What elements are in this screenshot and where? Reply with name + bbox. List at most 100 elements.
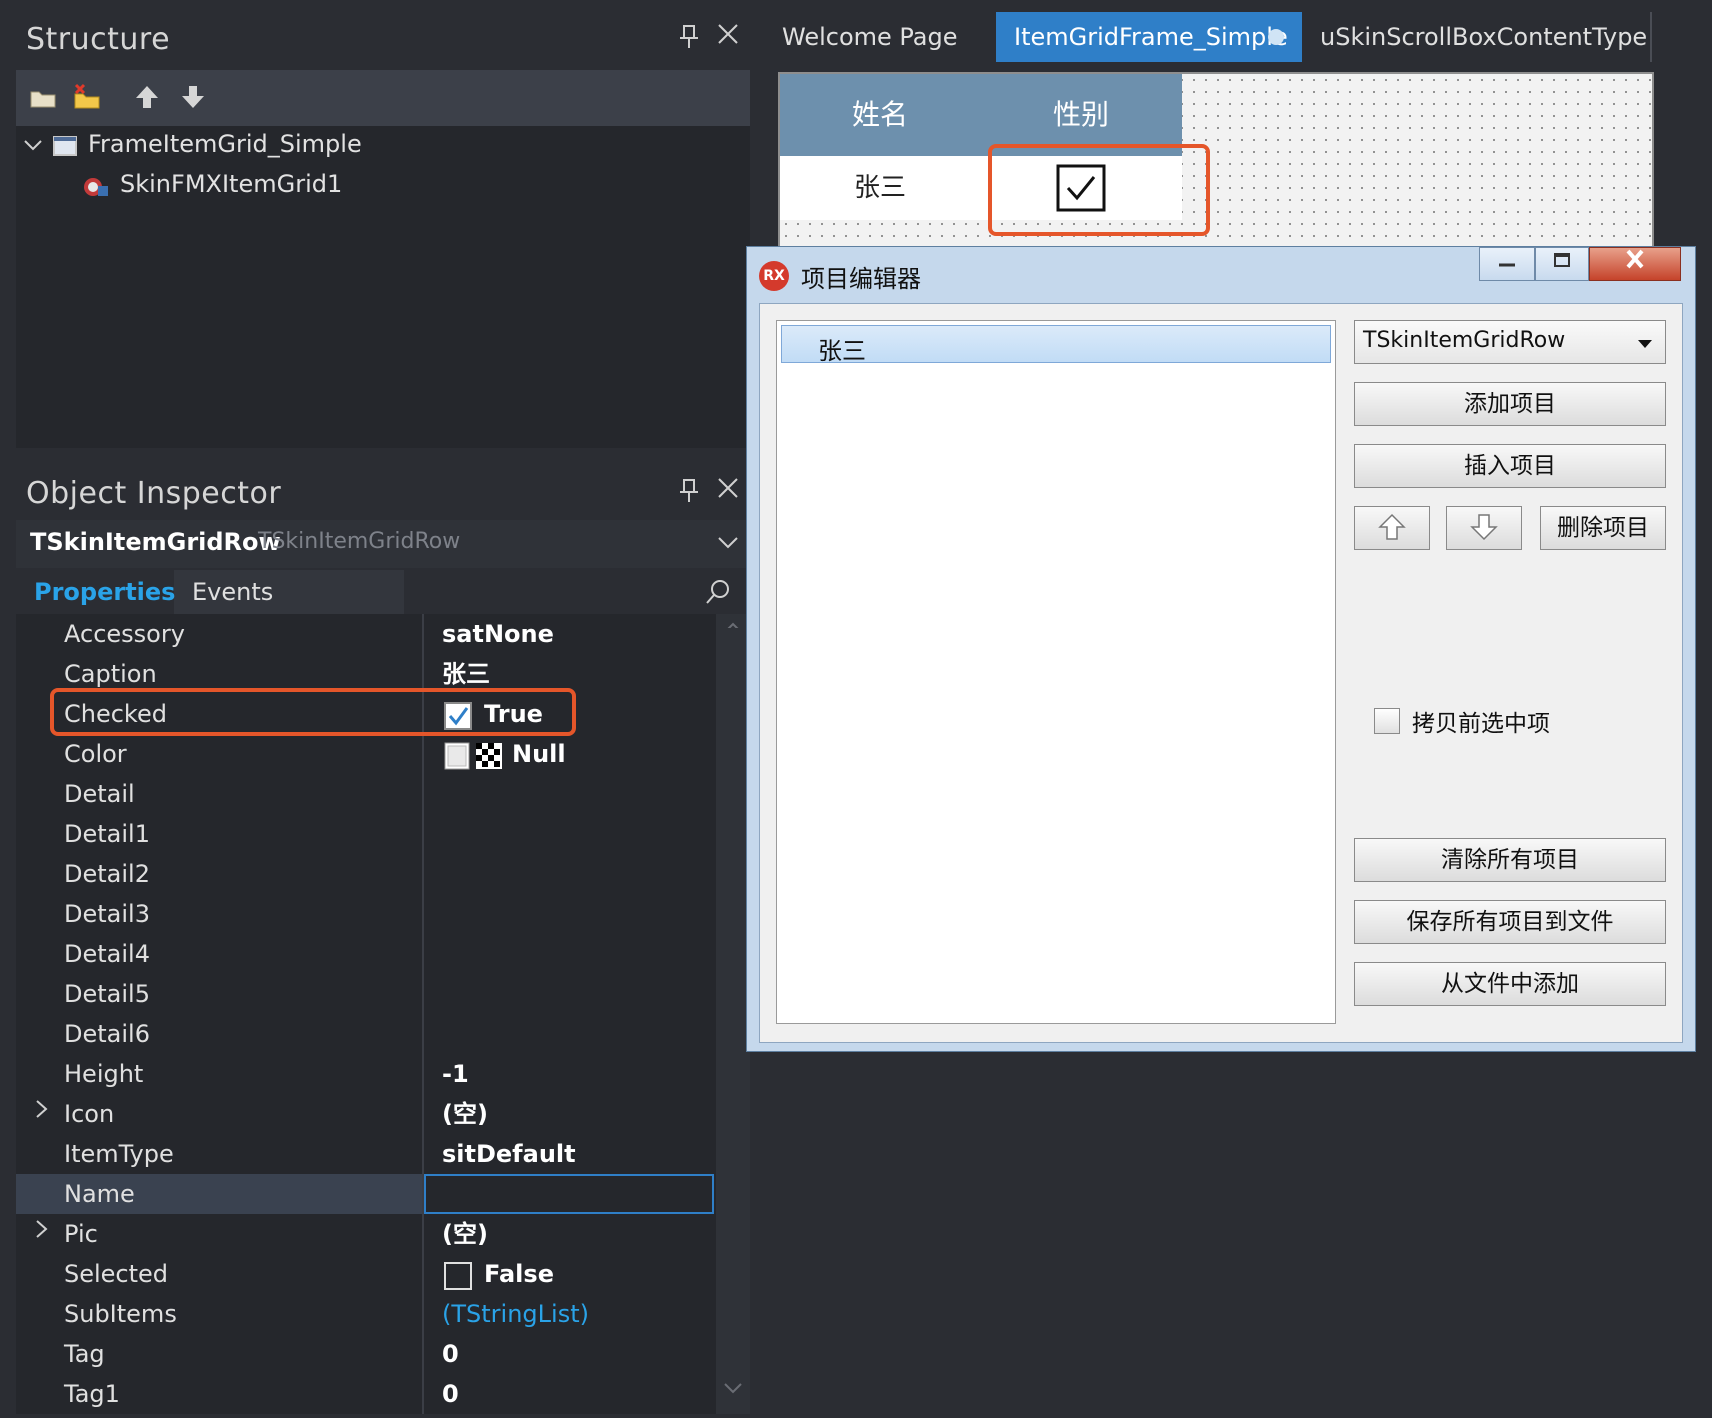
property-row[interactable]: Detail	[16, 774, 716, 814]
property-value[interactable]: -1	[442, 1054, 469, 1094]
save-to-file-button[interactable]: 保存所有项目到文件	[1354, 900, 1666, 944]
tree-node-child[interactable]: SkinFMXItemGrid1	[120, 170, 342, 198]
property-row[interactable]: Height -1	[16, 1054, 716, 1094]
selected-object-type: TSkinItemGridRow	[258, 529, 461, 554]
property-row[interactable]: Selected False	[16, 1254, 716, 1294]
property-name: Detail	[64, 780, 135, 808]
component-icon	[80, 174, 110, 204]
property-value[interactable]: (空)	[442, 1214, 488, 1254]
clear-all-button[interactable]: 清除所有项目	[1354, 838, 1666, 882]
items-list[interactable]: 张三	[776, 320, 1336, 1024]
tab-properties[interactable]: Properties	[16, 570, 175, 614]
close-icon[interactable]	[716, 476, 740, 506]
property-row-selected[interactable]: Name	[16, 1174, 422, 1214]
selected-object-name: TSkinItemGridRow	[30, 528, 281, 556]
property-name: Color	[64, 740, 127, 768]
item-type-select-value: TSkinItemGridRow	[1363, 328, 1566, 353]
property-name: Detail4	[64, 940, 150, 968]
list-item[interactable]: 张三	[781, 325, 1331, 365]
property-name: Detail3	[64, 900, 150, 928]
delete-item-button[interactable]: 删除项目	[1540, 506, 1666, 550]
chevron-down-icon[interactable]	[22, 134, 44, 160]
property-row[interactable]: Color Null	[16, 734, 716, 774]
property-row[interactable]: Accessory satNone	[16, 614, 716, 654]
add-from-file-button[interactable]: 从文件中添加	[1354, 962, 1666, 1006]
copy-selected-label: 拷贝前选中项	[1412, 711, 1550, 737]
object-selector[interactable]: TSkinItemGridRow TSkinItemGridRow	[16, 520, 750, 568]
move-up-button[interactable]	[1354, 506, 1430, 550]
property-value-link[interactable]: (TStringList)	[442, 1294, 589, 1334]
property-value[interactable]: Null	[512, 734, 566, 774]
property-value[interactable]: satNone	[442, 614, 554, 654]
chevron-right-icon[interactable]	[32, 1214, 50, 1254]
insert-item-button[interactable]: 插入项目	[1354, 444, 1666, 488]
minimize-icon[interactable]	[1479, 247, 1535, 281]
property-row[interactable]: Detail1	[16, 814, 716, 854]
property-row[interactable]: Detail4	[16, 934, 716, 974]
grid-cell-name: 张三	[853, 173, 906, 203]
grid-header-name[interactable]: 姓名	[780, 74, 980, 156]
tab-itemgridframe-simple[interactable]: ItemGridFrame_Simple	[996, 12, 1302, 62]
property-row[interactable]: Detail6	[16, 1014, 716, 1054]
tab-uskinscrollboxcontenttype[interactable]: uSkinScrollBoxContentType	[1302, 12, 1652, 62]
pin-icon[interactable]	[678, 24, 700, 56]
property-name: ItemType	[64, 1140, 174, 1168]
dropdown-arrow-icon[interactable]	[1637, 335, 1653, 354]
arrow-down-icon[interactable]	[178, 82, 208, 112]
dialog-body: 张三 TSkinItemGridRow 添加项目 插入项目 删除项目 拷贝前选中…	[759, 303, 1683, 1043]
property-name: Accessory	[64, 620, 185, 648]
property-name: Detail1	[64, 820, 150, 848]
move-down-button[interactable]	[1446, 506, 1522, 550]
pin-icon[interactable]	[678, 478, 700, 510]
property-row[interactable]: Detail5	[16, 974, 716, 1014]
property-row[interactable]: ItemType sitDefault	[16, 1134, 716, 1174]
delete-folder-icon[interactable]	[72, 82, 102, 112]
property-value[interactable]: 0	[442, 1334, 459, 1374]
arrow-up-icon	[1378, 513, 1406, 540]
property-name: Detail2	[64, 860, 150, 888]
search-icon[interactable]	[704, 578, 732, 610]
property-row[interactable]: Detail3	[16, 894, 716, 934]
close-icon[interactable]	[716, 22, 740, 52]
structure-tree: FrameItemGrid_Simple SkinFMXItemGrid1	[16, 126, 750, 448]
copy-selected-checkbox[interactable]	[1374, 708, 1400, 734]
property-name: Detail6	[64, 1020, 150, 1048]
tab-welcome-page[interactable]: Welcome Page	[764, 12, 996, 62]
arrow-up-icon[interactable]	[132, 82, 162, 112]
chevron-down-icon[interactable]	[718, 1380, 748, 1394]
property-value[interactable]: 0	[442, 1374, 459, 1414]
scrollbar-thumb[interactable]	[718, 628, 746, 1268]
tree-node-root[interactable]: FrameItemGrid_Simple	[88, 130, 362, 158]
form-designer[interactable]: 姓名 性别 张三	[778, 72, 1654, 248]
property-name: Detail5	[64, 980, 150, 1008]
property-value[interactable]: False	[484, 1254, 554, 1294]
property-row[interactable]: Pic (空)	[16, 1214, 716, 1254]
chevron-right-icon[interactable]	[32, 1094, 50, 1134]
tab-events[interactable]: Events	[174, 570, 291, 614]
structure-toolbar	[16, 70, 750, 126]
rx-logo-icon: RX	[759, 261, 789, 291]
property-search-input[interactable]	[404, 570, 750, 614]
property-row[interactable]: Detail2	[16, 854, 716, 894]
maximize-icon[interactable]	[1535, 247, 1589, 281]
property-row[interactable]: SubItems (TStringList)	[16, 1294, 716, 1334]
unchecked-checkbox-icon[interactable]	[444, 1262, 472, 1294]
item-type-select[interactable]: TSkinItemGridRow	[1354, 320, 1666, 364]
property-row[interactable]: Icon (空)	[16, 1094, 716, 1134]
property-scrollbar[interactable]	[716, 614, 750, 1414]
property-value[interactable]: sitDefault	[442, 1134, 576, 1174]
property-name: Icon	[64, 1100, 115, 1128]
chevron-down-icon[interactable]	[716, 530, 740, 558]
grid-checkbox-highlight-box	[988, 144, 1210, 236]
property-row[interactable]: Tag1 0	[16, 1374, 716, 1414]
inspector-tabs: Properties Events	[16, 570, 750, 614]
property-value[interactable]: (空)	[442, 1094, 488, 1134]
structure-title: Structure	[26, 22, 171, 57]
add-item-button[interactable]: 添加项目	[1354, 382, 1666, 426]
name-value-input[interactable]	[424, 1174, 714, 1214]
open-folder-icon[interactable]	[28, 82, 58, 112]
object-inspector-title: Object Inspector	[26, 476, 282, 511]
property-row[interactable]: Tag 0	[16, 1334, 716, 1374]
property-name: Pic	[64, 1220, 98, 1248]
close-icon[interactable]	[1589, 247, 1681, 281]
